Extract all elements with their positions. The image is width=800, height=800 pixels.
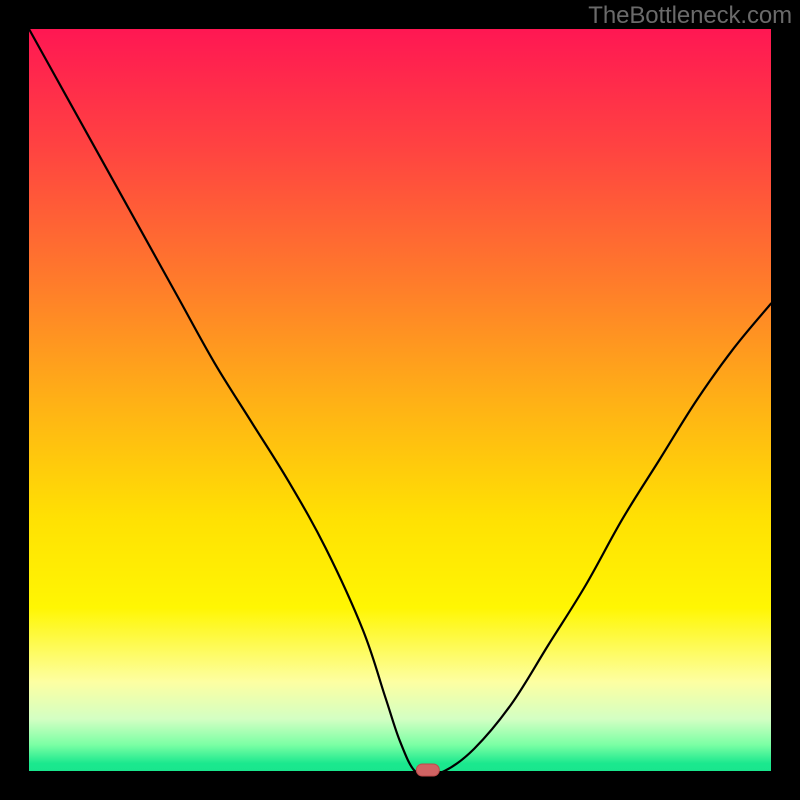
watermark-text: TheBottleneck.com [588,2,792,30]
chart-frame: TheBottleneck.com [0,0,800,800]
chart-background [29,29,771,771]
bottleneck-chart [0,0,800,800]
optimal-notch-marker [416,764,439,776]
